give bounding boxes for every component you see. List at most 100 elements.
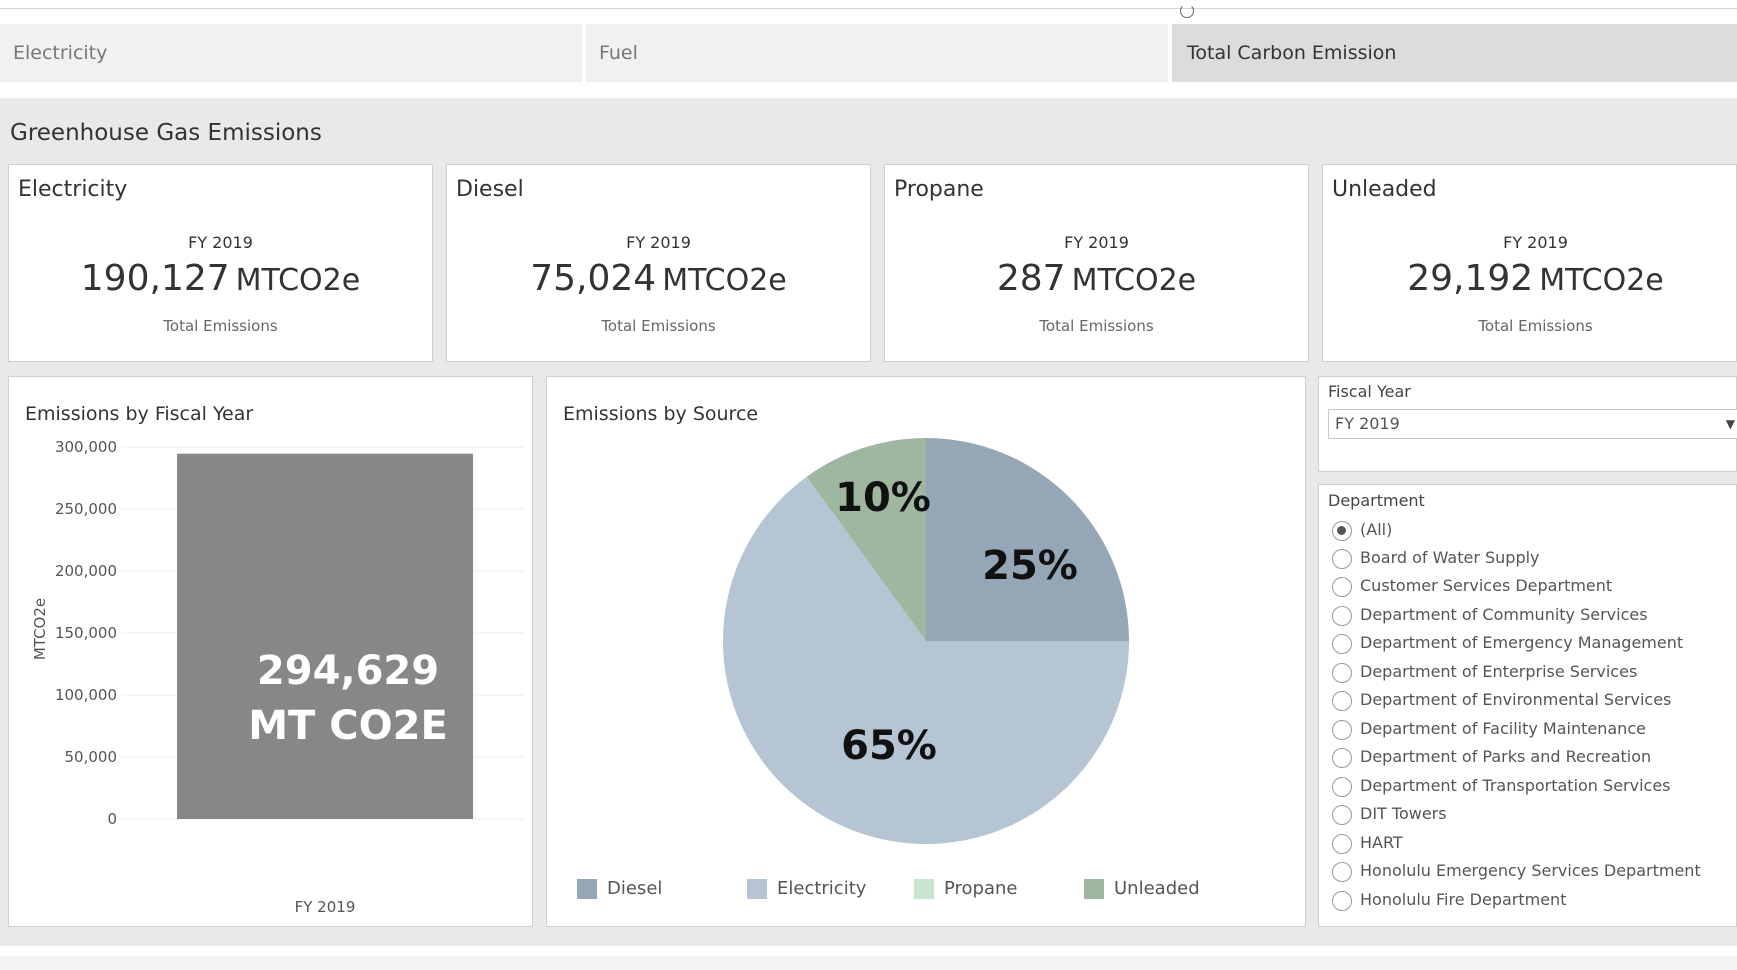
kpi-name: Diesel bbox=[456, 177, 524, 202]
y-tick-label: 100,000 bbox=[55, 686, 117, 704]
kpi-name: Propane bbox=[894, 177, 984, 202]
top-divider bbox=[0, 8, 1737, 9]
pie-chart-svg: 25% 65% 10% bbox=[723, 438, 1129, 844]
pie-chart-panel: Emissions by Source 25% 65% 10% Diesel Ele… bbox=[546, 376, 1306, 927]
radio-icon bbox=[1332, 891, 1352, 911]
kpi-value: 75,024 bbox=[530, 258, 657, 299]
legend-label: Diesel bbox=[607, 878, 663, 899]
department-option-label: Department of Community Services bbox=[1360, 605, 1648, 624]
legend-swatch bbox=[1084, 879, 1104, 899]
legend-label: Propane bbox=[944, 878, 1018, 899]
pie-legend: Diesel Electricity Propane Unleaded bbox=[547, 877, 1305, 901]
kpi-name: Electricity bbox=[18, 177, 128, 202]
kpi-card-electricity: Electricity FY 2019 190,127 MTCO2e Total … bbox=[8, 164, 433, 362]
y-tick-label: 200,000 bbox=[55, 562, 117, 580]
kpi-value-row: 75,024 MTCO2e bbox=[447, 258, 870, 299]
pie-slice-label-unleaded: 10% bbox=[835, 475, 931, 521]
fiscal-year-selected-value: FY 2019 bbox=[1335, 414, 1400, 433]
radio-icon bbox=[1332, 805, 1352, 825]
bar-chart-ylabel: MTCO2e bbox=[31, 598, 49, 660]
pie-slice-label-diesel: 25% bbox=[982, 543, 1078, 589]
bar-fy-2019[interactable] bbox=[177, 453, 473, 819]
department-option-label: Department of Emergency Management bbox=[1360, 633, 1684, 652]
department-option-label: Customer Services Department bbox=[1360, 576, 1613, 595]
radio-icon bbox=[1332, 862, 1352, 882]
department-option-label: HART bbox=[1360, 833, 1403, 852]
y-tick-label: 0 bbox=[107, 810, 117, 828]
kpi-caption: Total Emissions bbox=[601, 317, 716, 335]
legend-label: Unleaded bbox=[1114, 878, 1200, 899]
pie-slice-diesel[interactable] bbox=[926, 438, 1129, 641]
kpi-unit: MTCO2e bbox=[235, 263, 361, 298]
radio-icon bbox=[1332, 577, 1352, 597]
tab-fuel[interactable]: Fuel bbox=[586, 24, 1168, 82]
kpi-unit: MTCO2e bbox=[662, 263, 787, 298]
legend-swatch bbox=[914, 879, 934, 899]
radio-icon bbox=[1332, 691, 1352, 711]
chevron-down-icon: ▼ bbox=[1725, 417, 1735, 431]
department-filter: Department (All) Board of Water Supply C… bbox=[1318, 484, 1737, 927]
department-option-label: Honolulu Fire Department bbox=[1360, 890, 1567, 909]
y-tick-label: 50,000 bbox=[65, 748, 118, 766]
department-option-label: Department of Environmental Services bbox=[1360, 690, 1672, 709]
department-label: Department bbox=[1328, 491, 1425, 510]
bar-value-label-line1: 294,629 bbox=[257, 648, 439, 694]
kpi-unit: MTCO2e bbox=[1071, 263, 1197, 298]
kpi-fiscal-year: FY 2019 bbox=[1064, 233, 1129, 252]
legend-swatch bbox=[747, 879, 767, 899]
kpi-caption: Total Emissions bbox=[1478, 317, 1593, 335]
kpi-fiscal-year: FY 2019 bbox=[626, 233, 691, 252]
tab-total-carbon-emission[interactable]: Total Carbon Emission bbox=[1172, 24, 1737, 82]
department-option-label: Board of Water Supply bbox=[1360, 548, 1540, 567]
department-option-label: Department of Transportation Services bbox=[1360, 776, 1671, 795]
fiscal-year-select[interactable]: FY 2019 ▼ bbox=[1328, 409, 1737, 439]
legend-swatch bbox=[577, 879, 597, 899]
legend-label: Electricity bbox=[777, 878, 867, 899]
department-option-label: Honolulu Emergency Services Department bbox=[1360, 861, 1701, 880]
fiscal-year-filter: Fiscal Year FY 2019 ▼ bbox=[1318, 376, 1737, 472]
y-tick-label: 250,000 bbox=[55, 500, 117, 518]
tab-bar: Electricity Fuel Total Carbon Emission bbox=[0, 24, 1737, 82]
radio-icon bbox=[1332, 720, 1352, 740]
kpi-value: 190,127 bbox=[80, 258, 230, 299]
department-option-label: Department of Parks and Recreation bbox=[1360, 747, 1652, 766]
radio-icon bbox=[1332, 748, 1352, 768]
bar-value-label-line2: MT CO2E bbox=[248, 703, 448, 749]
loading-spinner-icon bbox=[1180, 4, 1194, 18]
tab-electricity[interactable]: Electricity bbox=[0, 24, 582, 82]
radio-icon bbox=[1332, 663, 1352, 683]
kpi-caption: Total Emissions bbox=[1039, 317, 1154, 335]
pie-slice-label-electricity: 65% bbox=[841, 723, 937, 769]
radio-icon bbox=[1332, 606, 1352, 626]
radio-checked-icon bbox=[1332, 521, 1352, 541]
dashboard: Greenhouse Gas Emissions Electricity FY … bbox=[0, 98, 1737, 946]
department-option-label: Department of Facility Maintenance bbox=[1360, 719, 1646, 738]
radio-icon bbox=[1332, 549, 1352, 569]
radio-icon bbox=[1332, 634, 1352, 654]
kpi-value-row: 29,192 MTCO2e bbox=[1323, 258, 1737, 299]
kpi-card-diesel: Diesel FY 2019 75,024 MTCO2e Total Emissi… bbox=[446, 164, 871, 362]
radio-icon bbox=[1332, 777, 1352, 797]
bar-chart-svg: 300,000 250,000 200,000 150,000 100,000 50,00… bbox=[31, 438, 524, 916]
kpi-caption: Total Emissions bbox=[163, 317, 278, 335]
bottom-toolbar bbox=[0, 956, 1737, 970]
department-option-label: DIT Towers bbox=[1360, 804, 1447, 823]
bar-x-tick-label: FY 2019 bbox=[295, 898, 356, 916]
kpi-card-propane: Propane FY 2019 287 MTCO2e Total Emission… bbox=[884, 164, 1309, 362]
kpi-value-row: 287 MTCO2e bbox=[885, 258, 1308, 299]
kpi-unit: MTCO2e bbox=[1539, 263, 1664, 298]
y-tick-label: 150,000 bbox=[55, 624, 117, 642]
kpi-fiscal-year: FY 2019 bbox=[188, 233, 253, 252]
kpi-value-row: 190,127 MTCO2e bbox=[9, 258, 432, 299]
fiscal-year-label: Fiscal Year bbox=[1328, 382, 1411, 401]
kpi-card-unleaded: Unleaded FY 2019 29,192 MTCO2e Total Emis… bbox=[1322, 164, 1737, 362]
department-option-label: Department of Enterprise Services bbox=[1360, 662, 1638, 681]
kpi-value: 287 bbox=[996, 258, 1066, 299]
department-option-label: (All) bbox=[1360, 520, 1393, 539]
kpi-name: Unleaded bbox=[1332, 177, 1437, 202]
bar-chart-panel: Emissions by Fiscal Year 300,000 250,000 2… bbox=[8, 376, 533, 927]
radio-icon bbox=[1332, 834, 1352, 854]
dashboard-title: Greenhouse Gas Emissions bbox=[10, 120, 322, 146]
y-tick-label: 300,000 bbox=[55, 438, 117, 456]
kpi-fiscal-year: FY 2019 bbox=[1503, 233, 1568, 252]
